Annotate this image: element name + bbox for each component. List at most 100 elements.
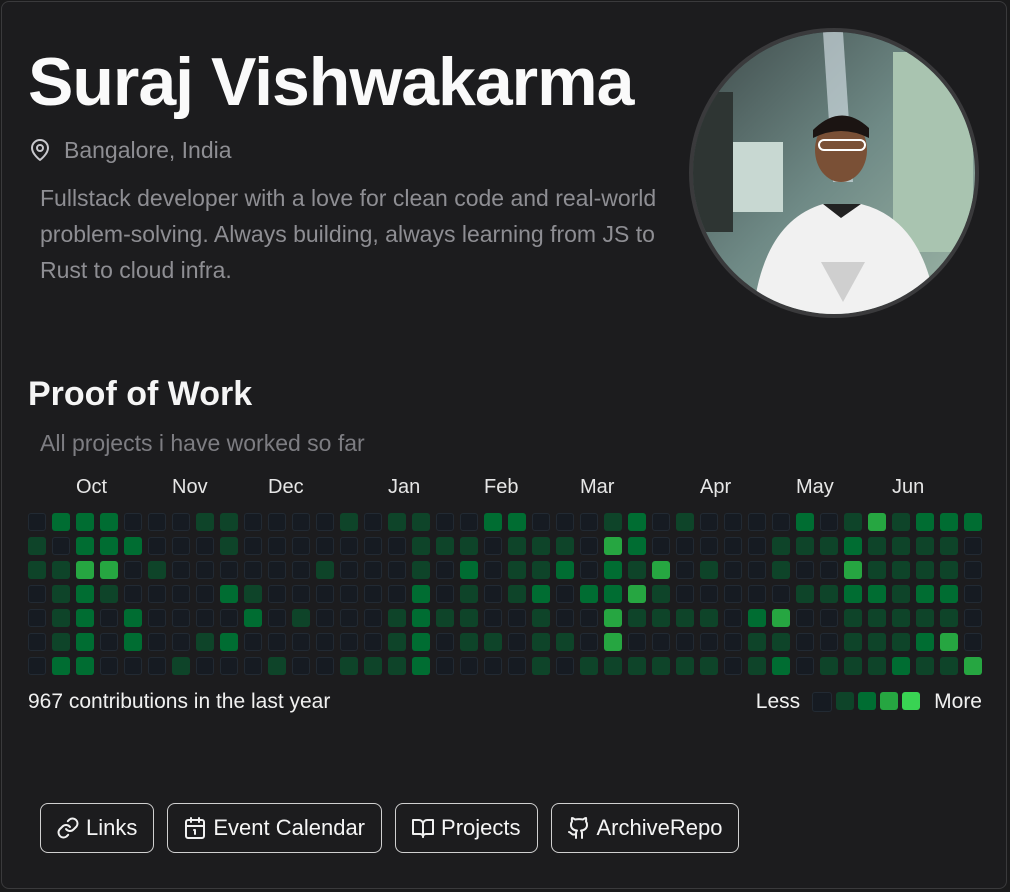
contribution-cell: [460, 609, 478, 627]
contribution-cell: [52, 561, 70, 579]
contribution-cell: [604, 609, 622, 627]
contribution-cell: [556, 657, 574, 675]
contribution-cell: [844, 633, 862, 651]
contribution-cell: [316, 585, 334, 603]
contribution-cell: [748, 513, 766, 531]
contribution-cell: [244, 537, 262, 555]
contribution-cell: [940, 585, 958, 603]
contribution-cell: [532, 585, 550, 603]
contribution-cell: [220, 513, 238, 531]
contribution-cell: [844, 585, 862, 603]
contribution-cell: [916, 633, 934, 651]
contribution-cell: [748, 585, 766, 603]
contribution-cell: [316, 657, 334, 675]
contribution-cell: [916, 585, 934, 603]
contribution-cell: [916, 657, 934, 675]
event-calendar-button[interactable]: Event Calendar: [167, 803, 383, 853]
contribution-cell: [556, 537, 574, 555]
contribution-cell: [916, 537, 934, 555]
contribution-cell: [700, 585, 718, 603]
contribution-cell: [676, 633, 694, 651]
contribution-cell: [652, 537, 670, 555]
contribution-cell: [844, 561, 862, 579]
contribution-cell: [844, 657, 862, 675]
contribution-cell: [484, 513, 502, 531]
contribution-cell: [124, 561, 142, 579]
contribution-cell: [52, 585, 70, 603]
contribution-cell: [244, 561, 262, 579]
contribution-cell: [436, 609, 454, 627]
contribution-cell: [364, 513, 382, 531]
contribution-cell: [748, 633, 766, 651]
contribution-cell: [748, 561, 766, 579]
contribution-cell: [244, 633, 262, 651]
contribution-cell: [124, 657, 142, 675]
contribution-cell: [364, 609, 382, 627]
contribution-cell: [748, 537, 766, 555]
contribution-cell: [124, 513, 142, 531]
contribution-cell: [796, 537, 814, 555]
contribution-cell: [100, 513, 118, 531]
contribution-cell: [868, 609, 886, 627]
legend-swatch: [880, 692, 899, 710]
contribution-cell: [292, 513, 310, 531]
contribution-cell: [820, 657, 838, 675]
contribution-cell: [964, 513, 982, 531]
contribution-cell: [268, 657, 286, 675]
profile-bio: Fullstack developer with a love for clea…: [40, 185, 657, 283]
contribution-cell: [76, 585, 94, 603]
contribution-cell: [76, 657, 94, 675]
contribution-cell: [196, 537, 214, 555]
contribution-cell: [916, 561, 934, 579]
contribution-cell: [676, 537, 694, 555]
contribution-cell: [748, 609, 766, 627]
contribution-cell: [772, 633, 790, 651]
contribution-cell: [700, 609, 718, 627]
contribution-cell: [844, 609, 862, 627]
contribution-cell: [700, 633, 718, 651]
contribution-cell: [172, 537, 190, 555]
contribution-cell: [436, 513, 454, 531]
contribution-cell: [292, 633, 310, 651]
contribution-cell: [196, 633, 214, 651]
contribution-cell: [772, 657, 790, 675]
contribution-cell: [940, 609, 958, 627]
contribution-cell: [364, 537, 382, 555]
contribution-cell: [604, 585, 622, 603]
archive-repo-button[interactable]: ArchiveRepo: [550, 803, 740, 853]
contribution-cell: [916, 513, 934, 531]
contribution-cell: [940, 561, 958, 579]
month-label: Jan: [388, 476, 421, 498]
contribution-cell: [388, 537, 406, 555]
contribution-cell: [532, 513, 550, 531]
contribution-cell: [652, 585, 670, 603]
links-button[interactable]: Links: [40, 803, 155, 853]
section-title: Proof of Work: [28, 375, 253, 413]
contribution-cell: [148, 561, 166, 579]
contribution-cell: [532, 561, 550, 579]
contribution-cell: [52, 537, 70, 555]
contribution-cell: [364, 657, 382, 675]
contribution-cell: [148, 633, 166, 651]
map-pin-icon: [31, 139, 49, 161]
contribution-cell: [556, 513, 574, 531]
contribution-cell: [628, 585, 646, 603]
calendar-icon: [185, 817, 206, 839]
contribution-cell: [460, 537, 478, 555]
contribution-cell: [796, 609, 814, 627]
month-label: Apr: [700, 476, 732, 498]
contribution-cell: [868, 657, 886, 675]
contribution-cell: [508, 561, 526, 579]
contribution-cell: [556, 633, 574, 651]
contribution-cell: [844, 513, 862, 531]
contribution-cell: [436, 561, 454, 579]
contribution-cell: [220, 609, 238, 627]
contribution-cell: [820, 585, 838, 603]
contribution-cell: [724, 513, 742, 531]
contribution-cell: [76, 513, 94, 531]
contribution-cell: [172, 585, 190, 603]
contribution-cell: [268, 633, 286, 651]
contribution-cell: [172, 513, 190, 531]
projects-button[interactable]: Projects: [395, 803, 538, 853]
contribution-cell: [700, 537, 718, 555]
